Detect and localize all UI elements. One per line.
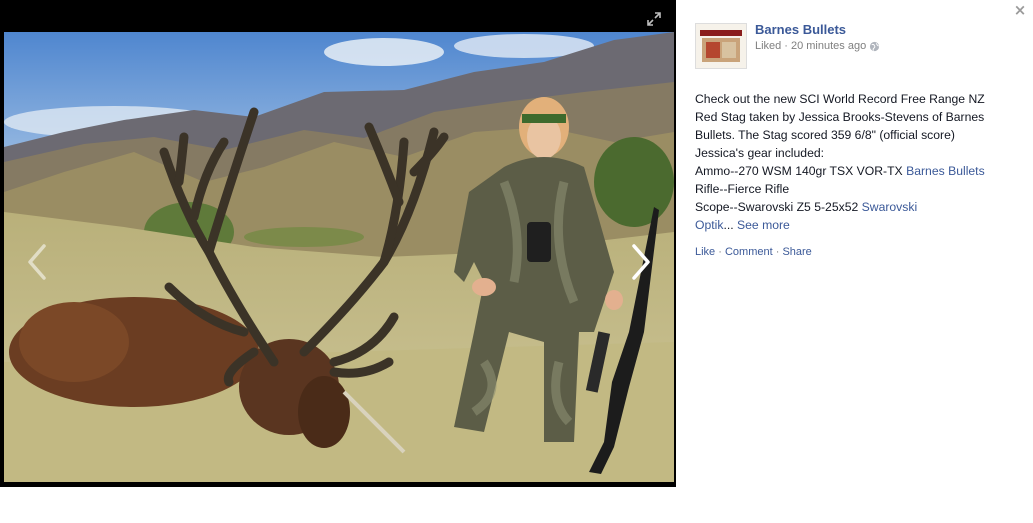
post-line-4: Jessica's gear included: xyxy=(695,146,825,160)
post-line-ammo: Ammo--270 WSM 140gr TSX VOR-TX Barnes Bu… xyxy=(695,162,1013,180)
page-name-link[interactable]: Barnes Bullets xyxy=(755,22,846,37)
see-more-link[interactable]: See more xyxy=(737,218,790,232)
chevron-right-icon xyxy=(632,244,650,280)
ellipsis: ... xyxy=(723,218,737,232)
post-line-scope: Scope--Swarovski Z5 5-25x52 Swarovski xyxy=(695,198,1013,216)
post-line-3: Bullets. The Stag scored 359 6/8" (offic… xyxy=(695,128,955,142)
post-message: Check out the new SCI World Record Free … xyxy=(695,90,1013,234)
next-photo-button[interactable] xyxy=(622,240,658,284)
post-line-1: Check out the new SCI World Record Free … xyxy=(695,92,985,106)
globe-icon xyxy=(870,41,880,51)
action-separator: · xyxy=(772,246,783,258)
post-meta: Liked · 20 minutes ago xyxy=(755,40,880,52)
post-photo xyxy=(4,32,674,482)
previous-photo-button[interactable] xyxy=(20,240,56,284)
post-actions: Like · Comment · Share xyxy=(695,246,812,258)
liked-status: Liked xyxy=(755,40,782,52)
close-icon[interactable]: × xyxy=(1013,3,1027,18)
post-details-panel: × Barnes Bullets Liked · 20 minutes ago … xyxy=(676,0,1033,523)
comment-link[interactable]: Comment xyxy=(725,246,773,258)
optik-link[interactable]: Optik xyxy=(695,218,723,232)
post-line-2: Red Stag taken by Jessica Brooks-Stevens… xyxy=(695,110,985,124)
action-separator: · xyxy=(715,246,725,258)
meta-separator: · xyxy=(784,40,788,52)
share-link[interactable]: Share xyxy=(782,246,811,258)
chevron-left-icon xyxy=(28,244,46,280)
expand-icon[interactable] xyxy=(646,11,662,27)
scope-text: Scope--Swarovski Z5 5-25x52 xyxy=(695,200,862,214)
photo-stage xyxy=(0,0,676,487)
post-line-optik: Optik... See more xyxy=(695,216,1013,234)
swarovski-link[interactable]: Swarovski xyxy=(862,200,918,214)
barnes-bullets-link[interactable]: Barnes Bullets xyxy=(906,164,985,178)
ammo-text: Ammo--270 WSM 140gr TSX VOR-TX xyxy=(695,164,907,178)
page-avatar[interactable] xyxy=(695,23,747,69)
post-timestamp[interactable]: 20 minutes ago xyxy=(791,40,866,52)
like-link[interactable]: Like xyxy=(695,246,715,258)
post-line-rifle: Rifle--Fierce Rifle xyxy=(695,182,790,196)
